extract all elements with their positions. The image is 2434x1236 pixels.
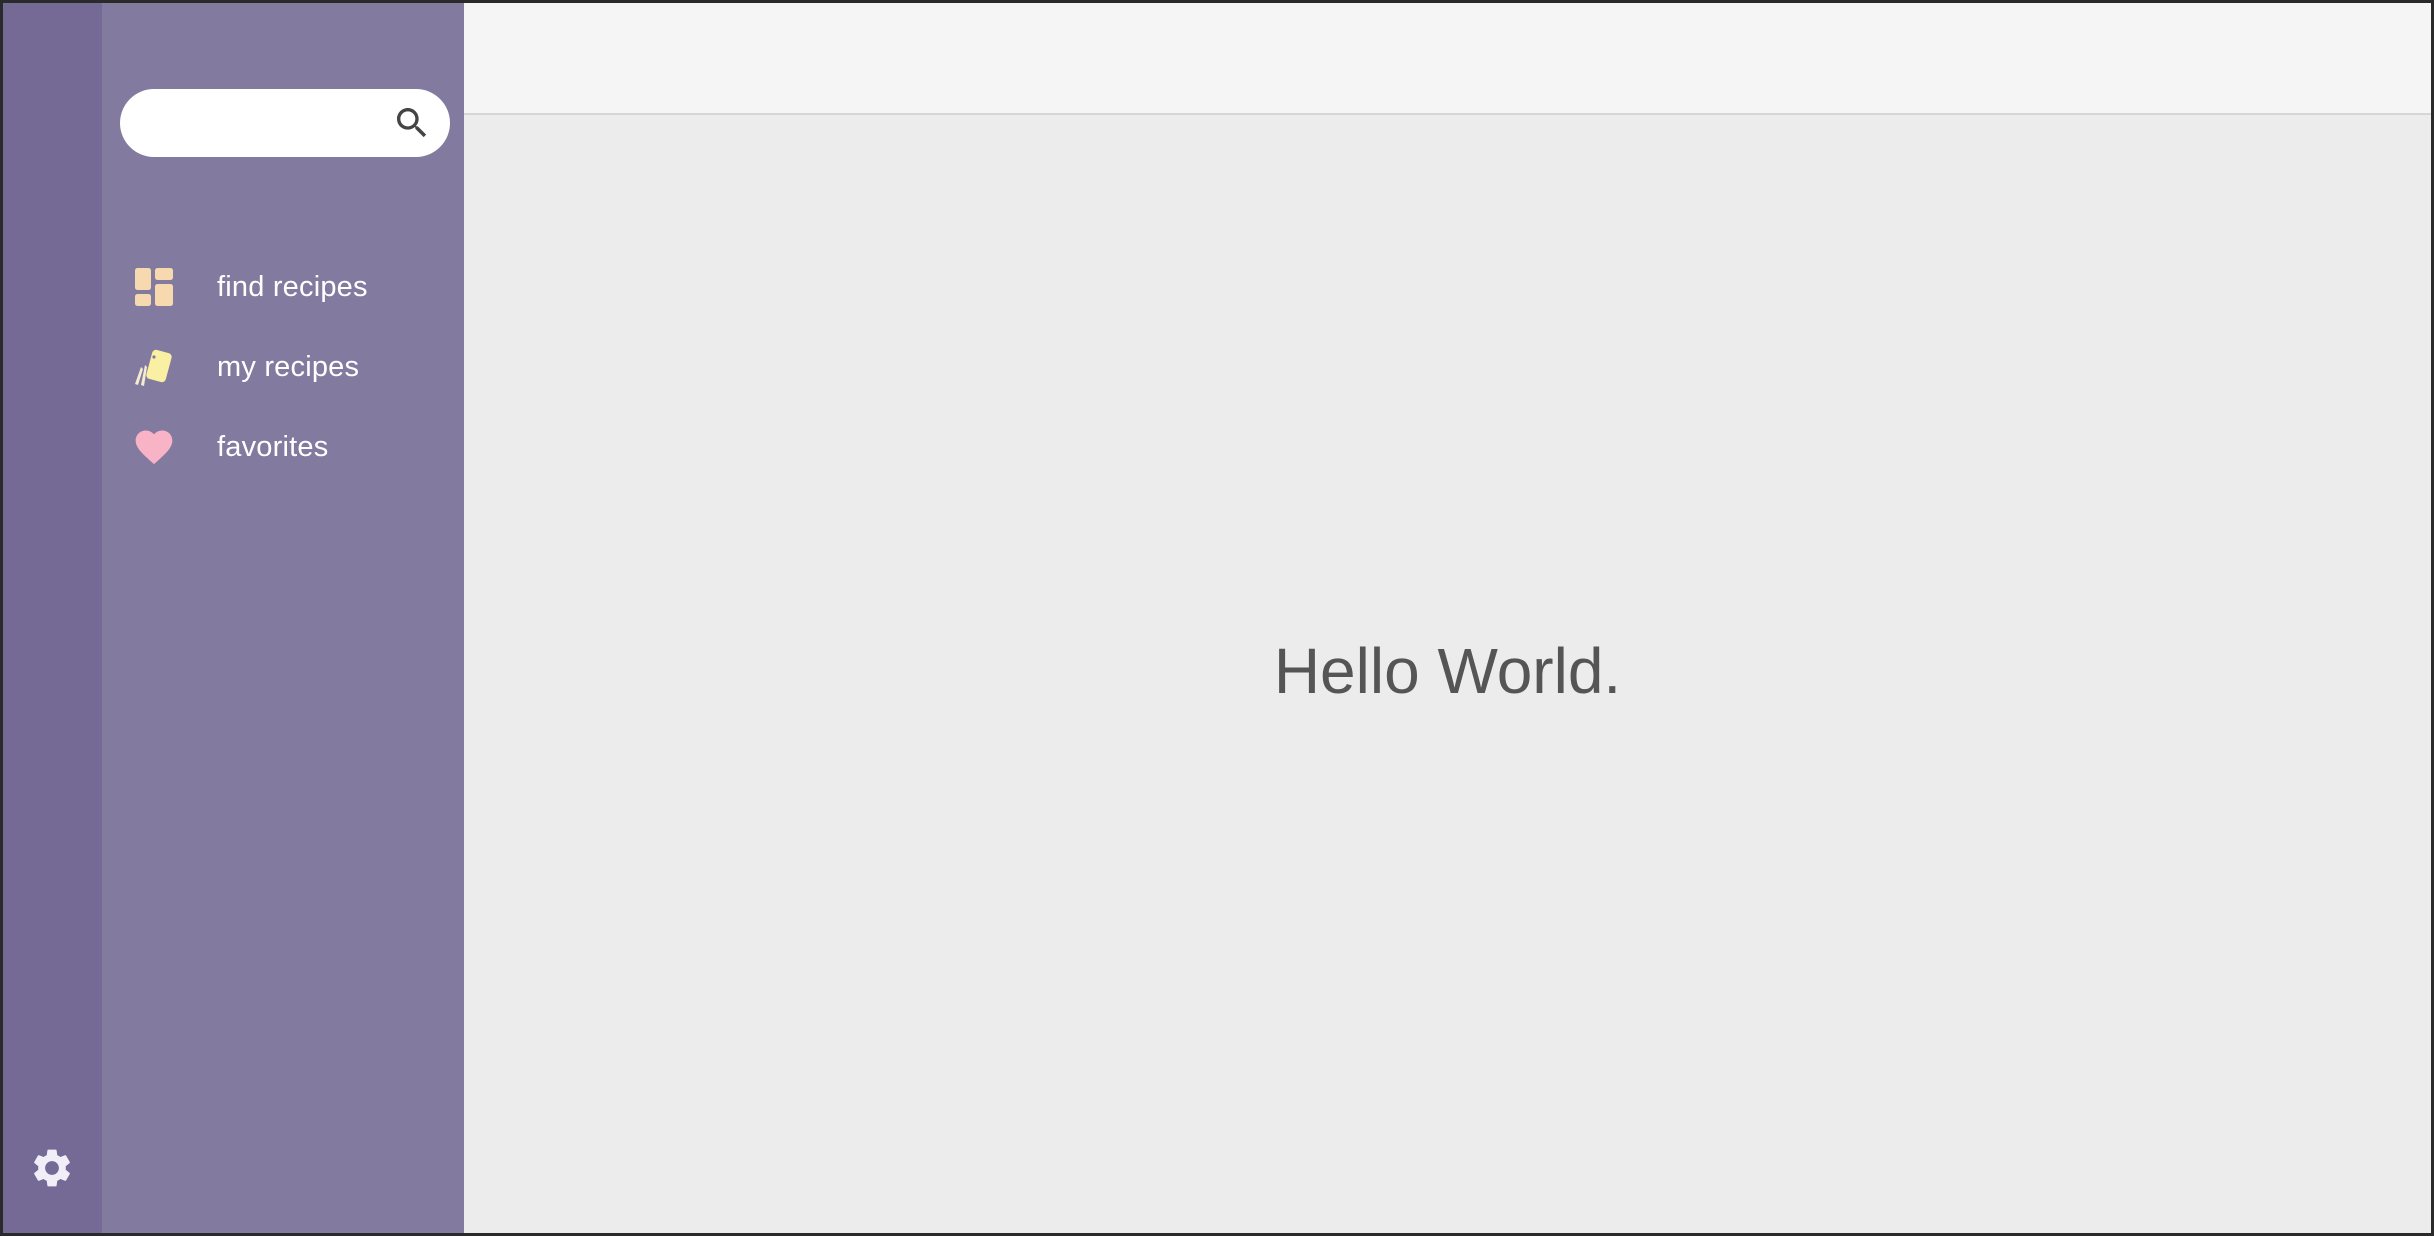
sidebar-item-label: favorites [217,431,329,463]
main-content: Hello World. [464,115,2431,1233]
search-button[interactable] [392,103,432,143]
settings-button[interactable] [29,1145,75,1191]
gear-icon [34,1149,70,1187]
heart-icon [132,425,176,469]
dashboard-icon [132,265,176,309]
sidebar-nav: find recipes my recipes favorites [102,247,464,487]
left-rail [3,3,102,1233]
sidebar-item-my-recipes[interactable]: my recipes [102,327,464,407]
search-input[interactable] [144,89,388,159]
sidebar-item-find-recipes[interactable]: find recipes [102,247,464,327]
top-bar [464,3,2431,115]
search-box [120,89,450,159]
sidebar-item-label: find recipes [217,271,368,303]
app-window: find recipes my recipes favorites Hello … [0,0,2434,1236]
sidebar: find recipes my recipes favorites [102,3,464,1233]
search-icon [397,108,427,138]
sidebar-item-favorites[interactable]: favorites [102,407,464,487]
sidebar-item-label: my recipes [217,351,360,383]
greeting-text: Hello World. [1273,635,1622,707]
cards-icon [132,345,176,389]
